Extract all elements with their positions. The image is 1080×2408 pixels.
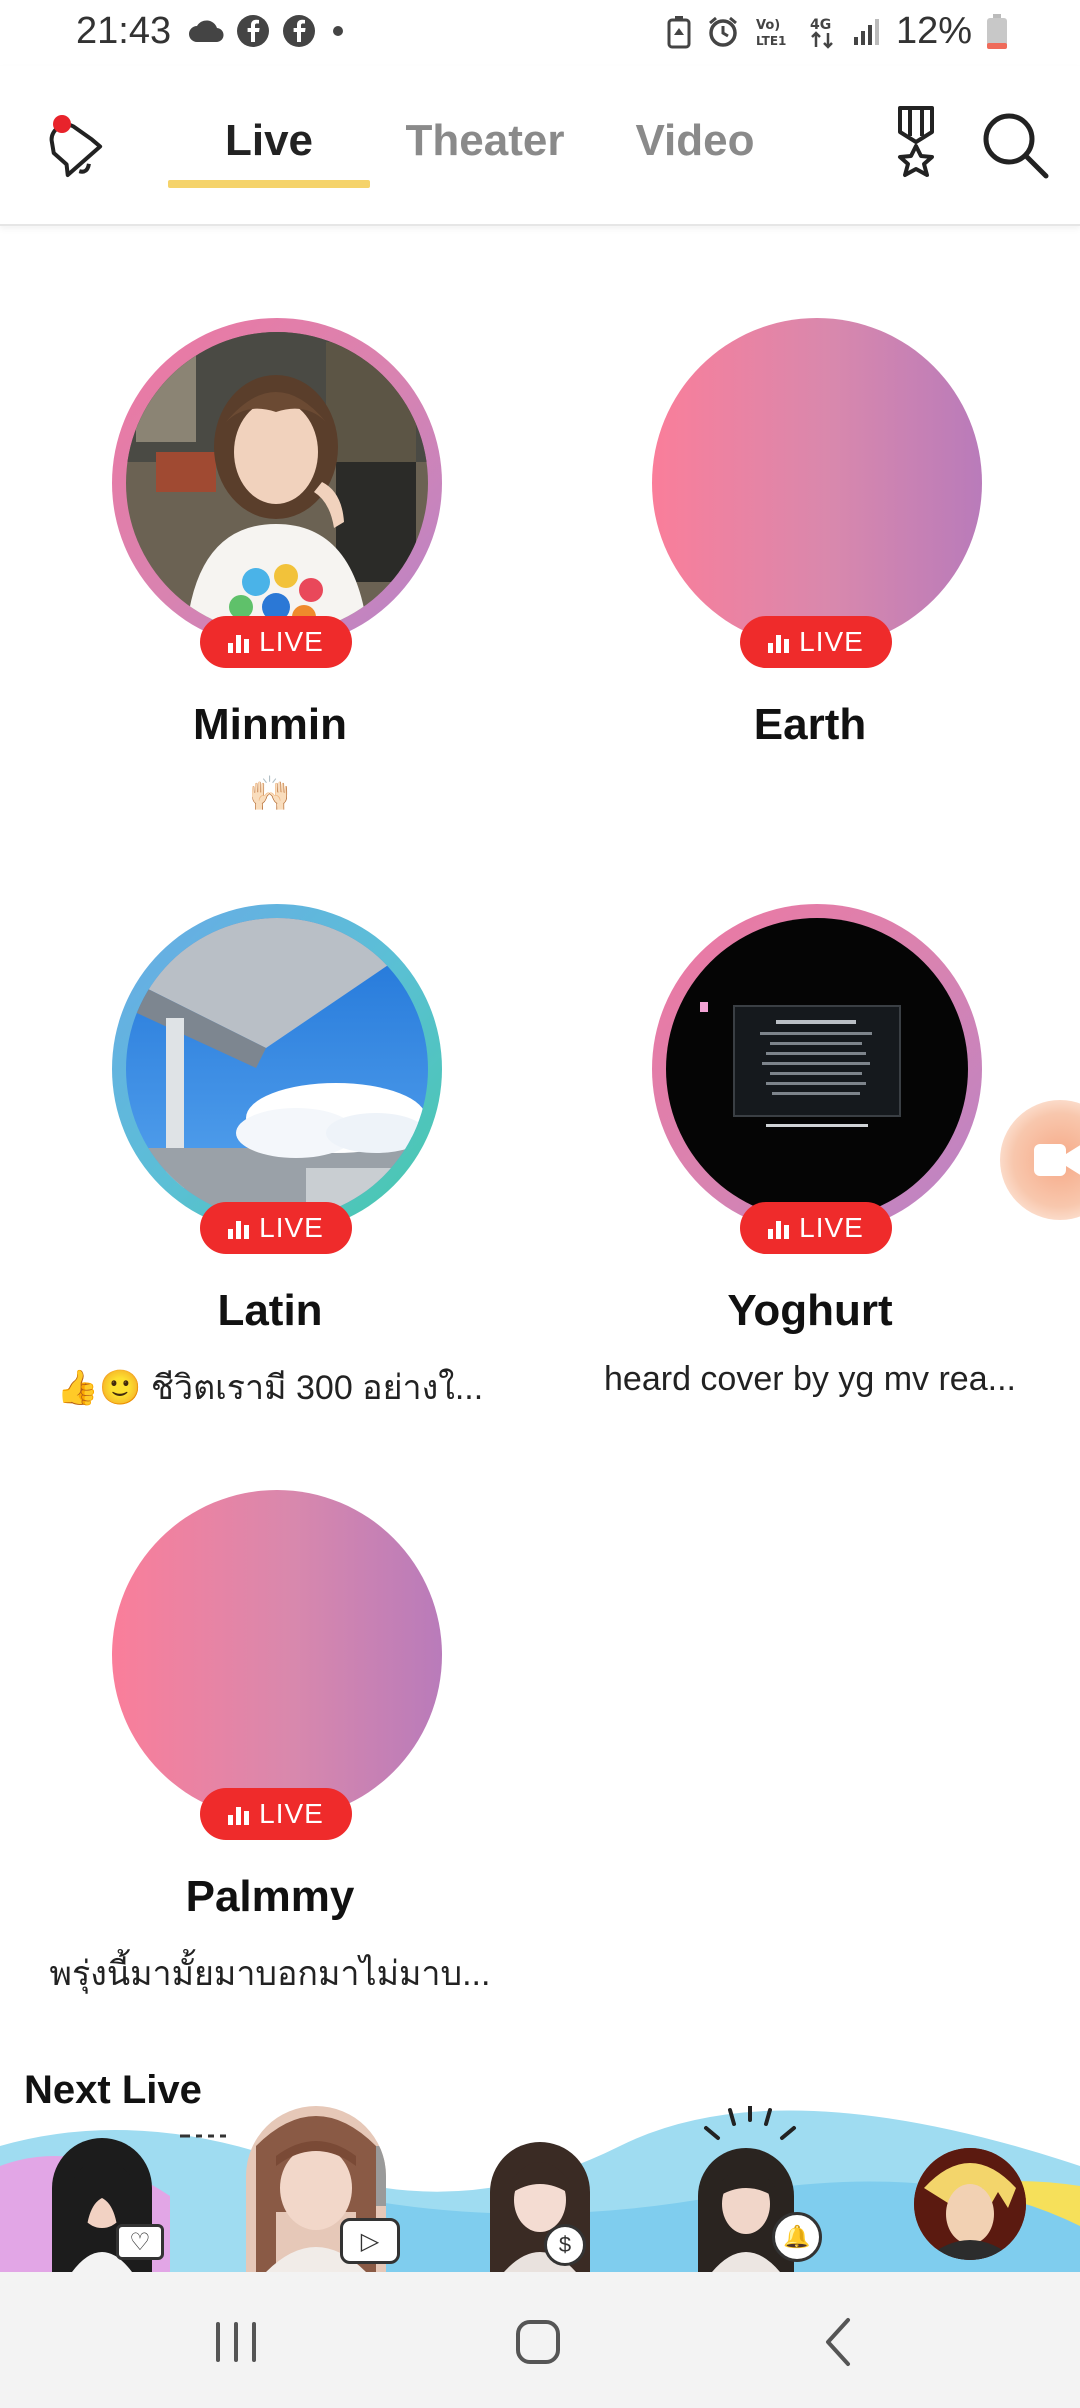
top-navigation: Live Theater Video — [0, 66, 1080, 226]
home-icon[interactable] — [498, 2312, 578, 2372]
avatar-ring — [112, 318, 442, 648]
play-icon: ▷ — [340, 2218, 400, 2264]
tab-video[interactable]: Video — [600, 116, 790, 188]
cloud-icon — [189, 20, 224, 43]
live-badge-label: LIVE — [799, 626, 864, 657]
avatar-placeholder — [652, 318, 982, 648]
anime-avatar[interactable] — [914, 2148, 1026, 2260]
live-bars-icon — [228, 1803, 250, 1825]
avatar-video — [666, 918, 968, 1220]
rays-decoration — [704, 2106, 796, 2140]
status-right-icons: Vo) LTE1 4G 12% — [666, 10, 1008, 53]
live-card[interactable]: LIVE Palmmy พรุ่งนี้มามั้ยมาบอกมาไม่มาบ.… — [0, 1490, 540, 2050]
signal-icon — [853, 18, 879, 45]
battery-percent: 12% — [895, 10, 972, 52]
recent-apps-icon[interactable] — [196, 2312, 276, 2372]
streamer-name: Palmmy — [185, 1872, 355, 1921]
search-icon[interactable] — [980, 110, 1050, 180]
avatar-ring — [652, 904, 982, 1234]
avatar-ring — [112, 904, 442, 1234]
battery-saver-icon — [667, 15, 691, 48]
live-badge-label: LIVE — [799, 1212, 864, 1243]
live-badge-label: LIVE — [259, 1212, 324, 1243]
back-icon[interactable] — [800, 2312, 880, 2372]
battery-icon — [987, 13, 1007, 49]
bell-icon: 🔔 — [772, 2212, 822, 2262]
streamer-name: Minmin — [193, 700, 347, 749]
svg-text:Vo): Vo) — [756, 18, 780, 33]
next-live-strip[interactable]: ♡ ▷ $ 🔔 — [0, 2106, 1080, 2272]
live-card[interactable]: LIVE Yoghurt heard cover by yg mv rea... — [540, 904, 1080, 1464]
status-notification-icons — [188, 14, 348, 48]
status-time: 21:43 — [76, 10, 172, 52]
tab-bar: Live Theater Video — [168, 116, 790, 188]
avatar-placeholder — [112, 1490, 442, 1820]
live-bars-icon — [228, 631, 250, 653]
svg-text:LTE1: LTE1 — [756, 34, 786, 48]
live-card[interactable]: LIVE Latin 👍🙂 ชีวิตเรามี 300 อย่างใ... — [0, 904, 540, 1464]
stream-title: 👍🙂 ชีวิตเรามี 300 อย่างใ... — [56, 1369, 484, 1407]
live-badge-label: LIVE — [259, 626, 324, 657]
live-bars-icon — [768, 631, 790, 653]
tab-live[interactable]: Live — [168, 116, 370, 188]
notification-bell-icon[interactable] — [36, 110, 106, 180]
streamer-name: Latin — [217, 1286, 323, 1335]
coin-icon: $ — [544, 2224, 586, 2266]
avatar-photo — [126, 332, 428, 634]
live-badge: LIVE — [200, 1202, 352, 1254]
streamer-name: Earth — [753, 700, 867, 749]
stream-title: พรุ่งนี้มามั้ยมาบอกมาไม่มาบ... — [49, 1955, 491, 1993]
live-badge: LIVE — [200, 616, 352, 668]
facebook-icon — [237, 15, 269, 47]
facebook-icon — [283, 15, 315, 47]
streamer-name: Yoghurt — [727, 1286, 893, 1335]
live-badge-label: LIVE — [259, 1798, 324, 1829]
alarm-icon — [708, 16, 737, 47]
heart-icon: ♡ — [116, 2224, 164, 2260]
dot-icon — [333, 26, 343, 36]
live-bars-icon — [768, 1217, 790, 1239]
volte-icon: Vo)LTE1 — [756, 18, 786, 48]
live-card[interactable]: LIVE Earth — [540, 318, 1080, 878]
svg-text:4G: 4G — [810, 17, 831, 33]
tab-theater[interactable]: Theater — [370, 116, 600, 188]
live-badge: LIVE — [200, 1788, 352, 1840]
ranking-medal-icon[interactable] — [888, 106, 944, 182]
system-navigation-bar — [0, 2272, 1080, 2408]
stream-title: heard cover by yg mv rea... — [604, 1360, 1016, 1398]
camera-icon — [1034, 1144, 1080, 1176]
live-bars-icon — [228, 1217, 250, 1239]
status-bar: 21:43 Vo) LTE1 4G 12% — [0, 0, 1080, 66]
network-4g-icon: 4G — [810, 17, 833, 49]
avatar-photo — [126, 918, 428, 1220]
stream-title: 🙌🏻 — [248, 775, 292, 813]
live-badge: LIVE — [740, 1202, 892, 1254]
live-badge: LIVE — [740, 616, 892, 668]
live-card[interactable]: LIVE Minmin 🙌🏻 — [0, 318, 540, 878]
